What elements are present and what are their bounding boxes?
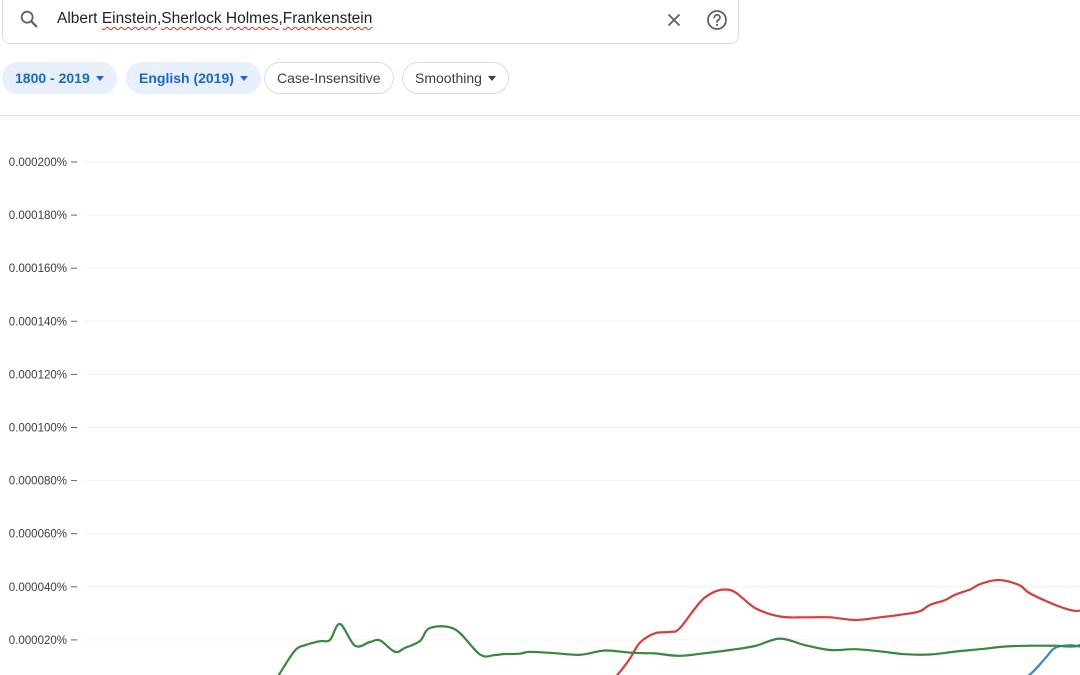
search-icon[interactable] [18, 8, 40, 30]
y-tick-label: 0.000020% [9, 635, 67, 647]
series-line-sherlock-holmes[interactable] [605, 578, 1080, 675]
query-part: Sherlock [161, 10, 222, 27]
y-tick-label: 0.000080% [9, 476, 67, 488]
chevron-down-icon [487, 75, 496, 81]
series-line-frankenstein[interactable] [180, 609, 1080, 675]
y-tick-label: 0.000060% [9, 529, 67, 541]
y-tick-label: 0.000160% [9, 263, 67, 275]
year-range-label: 1800 - 2019 [15, 70, 90, 86]
y-tick-label: 0.000140% [9, 316, 67, 328]
y-tick-label: 0.000180% [9, 210, 67, 222]
query-part: Frankenstein [282, 10, 373, 27]
year-range-dropdown[interactable]: 1800 - 2019 [2, 62, 117, 94]
case-insensitive-label: Case-Insensitive [277, 70, 381, 86]
search-input[interactable]: Albert Einstein,Sherlock Holmes,Frankens… [57, 5, 647, 33]
chevron-down-icon [95, 75, 104, 81]
close-icon[interactable] [663, 9, 685, 31]
y-tick-label: 0.000040% [9, 582, 67, 594]
smoothing-dropdown[interactable]: Smoothing [402, 62, 509, 94]
query-part: Albert [57, 10, 102, 27]
ngram-chart: 0.000020% 0.000040% 0.000060% 0.000080% 0.00… [9, 157, 1080, 675]
corpus-dropdown[interactable]: English (2019) [126, 62, 261, 94]
y-tick-label: 0.000120% [9, 369, 67, 381]
y-tick-label: 0.000100% [9, 423, 67, 435]
corpus-label: English (2019) [139, 70, 234, 86]
query-part: Holmes [225, 10, 279, 27]
case-insensitive-toggle[interactable]: Case-Insensitive [264, 62, 394, 94]
search-bar: Albert Einstein,Sherlock Holmes,Frankens… [2, 0, 739, 44]
y-tick-label: 0.000200% [9, 157, 67, 169]
smoothing-label: Smoothing [415, 70, 482, 86]
query-part: Einstein [101, 10, 157, 27]
chevron-down-icon [239, 75, 248, 81]
help-circle-icon[interactable] [705, 8, 729, 32]
